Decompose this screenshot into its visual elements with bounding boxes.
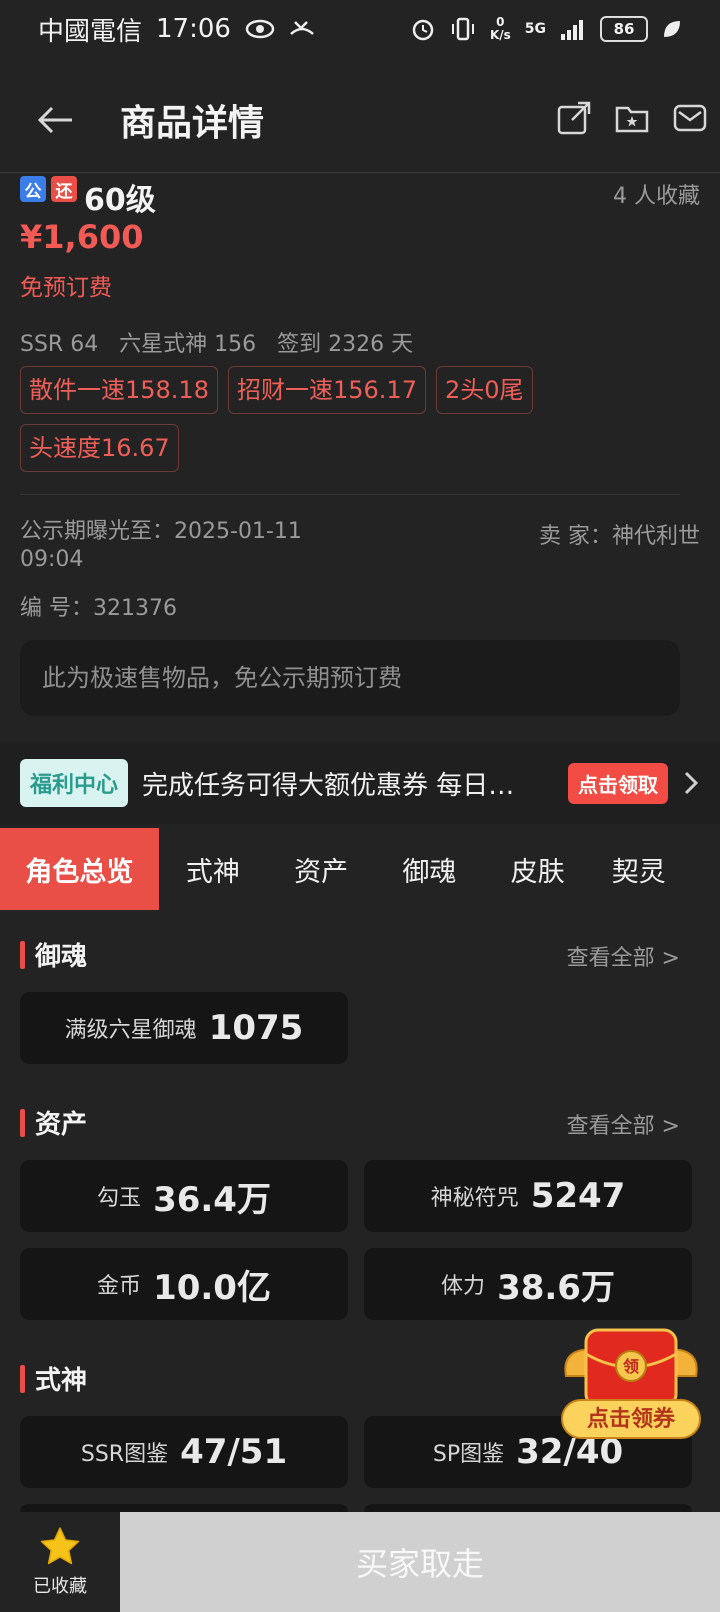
tab-assets[interactable]: 资产 [267, 828, 375, 910]
stat-value: 36.4万 [153, 1179, 271, 1220]
highlight-tags: 散件一速158.18 招财一速156.17 2头0尾 头速度16.67 [20, 366, 680, 472]
seller-name: 神代利世 [611, 524, 700, 549]
section-title: 资产 [35, 1110, 88, 1140]
favorite-folder-icon[interactable] [614, 100, 650, 136]
red-packet-floating[interactable]: 领 点击领券 [556, 1324, 706, 1444]
see-all-assets[interactable]: 查看全部 > [567, 1108, 680, 1140]
tab-overview[interactable]: 角色总览 [0, 828, 159, 910]
badge-return: 还 [51, 176, 77, 202]
tag-item: 2头0尾 [435, 366, 533, 414]
publish-until-date: 2025-01-11 [174, 519, 302, 544]
section-accent-bar [20, 1108, 25, 1137]
section-shikigami-header: 式神 [20, 1360, 87, 1397]
stat-card: 满级六星御魂 1075 [20, 992, 348, 1064]
stat-label: 神秘符咒 [430, 1186, 519, 1211]
stat-card-partial [364, 1504, 692, 1512]
stat-card: 神秘符咒 5247 [364, 1160, 692, 1232]
battery-indicator: 86 [600, 16, 648, 42]
stat-card: 金币 10.0亿 [20, 1248, 348, 1320]
serial-value: 321376 [93, 596, 177, 621]
alarm-icon [410, 16, 436, 42]
bottom-action-bar: 已收藏 买家取走 [0, 1512, 720, 1612]
stat-label: 勾玉 [97, 1186, 142, 1211]
signal-label: 5G [524, 21, 546, 37]
section-accent-bar [20, 1364, 25, 1393]
net-speed-unit: K/s [489, 28, 511, 42]
chevron-right-icon[interactable] [682, 769, 700, 797]
info-divider [20, 494, 680, 495]
account-meta: SSR 64 六星式神 156 签到 2326 天 [20, 332, 414, 357]
status-bar: 中國電信 17:06 0 K/s 5G 86 [0, 0, 720, 58]
red-packet-label: 点击领券 [586, 1407, 675, 1432]
stat-label: SP图鉴 [432, 1442, 505, 1467]
signal-bars-icon [560, 18, 586, 40]
stat-label: 金币 [97, 1274, 142, 1299]
section-title: 式神 [35, 1366, 88, 1396]
back-arrow-icon[interactable] [36, 100, 76, 140]
page-title: 商品详情 [120, 103, 265, 144]
vibrate-icon [450, 16, 476, 42]
stat-value: 1075 [208, 1008, 304, 1048]
clock: 17:06 [156, 14, 231, 44]
tab-contract[interactable]: 契灵 [592, 828, 720, 910]
red-packet-seal: 领 [623, 1357, 639, 1376]
stat-value: 47/51 [180, 1432, 288, 1472]
tab-yuhun[interactable]: 御魂 [375, 828, 483, 910]
publish-until-label: 公示期曝光至： [20, 519, 175, 544]
buyer-took-button[interactable]: 买家取走 [120, 1512, 720, 1612]
seller-info: 卖 家：神代利世 [539, 518, 700, 550]
section-title: 御魂 [35, 942, 88, 972]
welfare-pill: 福利中心 [20, 759, 129, 807]
app-header: 商品详情 [0, 72, 720, 172]
tag-item: 头速度16.67 [20, 424, 179, 472]
seller-label: 卖 家： [538, 524, 612, 549]
price: ¥1,600 [20, 218, 144, 256]
stat-label: SSR图鉴 [80, 1442, 169, 1467]
stat-label: 体力 [441, 1274, 486, 1299]
favorited-label: 已收藏 [33, 1576, 87, 1597]
section-accent-bar [20, 940, 25, 969]
level-label: 60级 [84, 183, 156, 218]
stat-card: 勾玉 36.4万 [20, 1160, 348, 1232]
star-icon [40, 1527, 80, 1565]
stat-card-partial [20, 1504, 348, 1512]
header-divider [0, 172, 720, 173]
publish-until-time: 09:04 [20, 547, 84, 572]
badge-public: 公 [20, 176, 46, 202]
favorites-count: 4 人收藏 [613, 184, 700, 209]
tab-shikigami[interactable]: 式神 [159, 828, 267, 910]
share-icon[interactable] [556, 100, 592, 136]
welfare-text: 完成任务可得大额优惠券 每日… [142, 770, 515, 801]
section-assets-header: 资产 [20, 1104, 87, 1141]
serial-info: 编 号：321376 [20, 590, 177, 622]
stat-value: 10.0亿 [153, 1267, 271, 1308]
leaf-icon [662, 19, 682, 39]
fee-note: 免预订费 [20, 275, 112, 301]
message-icon[interactable] [672, 100, 708, 136]
tag-item: 散件一速158.18 [20, 366, 218, 414]
stat-card: SSR图鉴 47/51 [20, 1416, 348, 1488]
net-speed: 0 K/s [490, 16, 511, 42]
favorited-button[interactable]: 已收藏 [0, 1512, 120, 1612]
missed-call-icon [289, 18, 315, 40]
category-tabs: 角色总览 式神 资产 御魂 皮肤 契灵 [0, 828, 720, 910]
see-all-yuhun[interactable]: 查看全部 > [567, 940, 680, 972]
notice-box: 此为极速售物品，免公示期预订费 [20, 640, 680, 716]
stat-value: 5247 [530, 1176, 626, 1216]
serial-label: 编 号： [20, 596, 93, 621]
tab-skins[interactable]: 皮肤 [484, 828, 592, 910]
eye-icon [245, 19, 275, 39]
welfare-banner[interactable]: 福利中心 完成任务可得大额优惠券 每日… 点击领取 [0, 742, 720, 824]
claim-button[interactable]: 点击领取 [568, 762, 668, 804]
stat-value: 38.6万 [497, 1267, 615, 1308]
carrier-label: 中國電信 [38, 16, 143, 47]
tag-item: 招财一速156.17 [227, 366, 426, 414]
section-yuhun-header: 御魂 [20, 936, 87, 973]
stat-card: 体力 38.6万 [364, 1248, 692, 1320]
stat-label: 满级六星御魂 [64, 1018, 197, 1043]
publish-until: 公示期曝光至：2025-01-11 09:04 [20, 518, 302, 574]
